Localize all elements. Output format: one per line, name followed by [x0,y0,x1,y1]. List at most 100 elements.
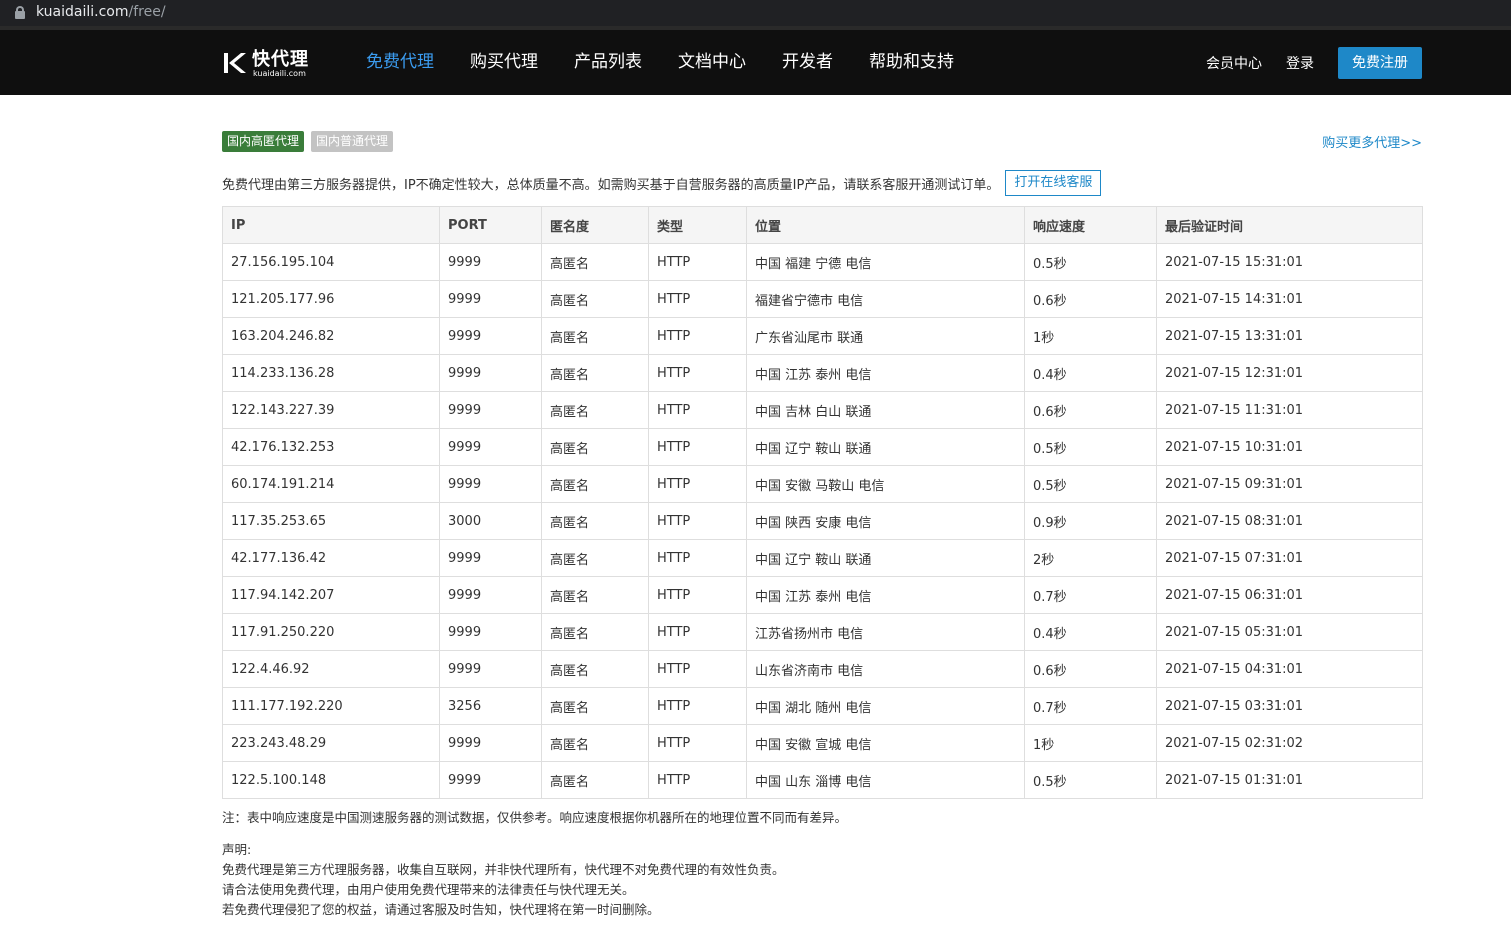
cell-location: 中国 福建 宁德 电信 [746,243,1025,281]
cell-anonymity: 高匿名 [541,428,649,466]
cell-last-verified: 2021-07-15 07:31:01 [1156,539,1423,577]
cell-ip: 163.204.246.82 [222,317,440,355]
cell-speed: 0.4秒 [1024,613,1157,651]
cell-type: HTTP [648,613,747,651]
header-account: 会员中心 登录 免费注册 [1206,47,1422,79]
cell-type: HTTP [648,502,747,540]
col-header-location: 位置 [746,206,1025,244]
cell-last-verified: 2021-07-15 12:31:01 [1156,354,1423,392]
nav-buy-proxy[interactable]: 购买代理 [470,30,538,95]
cell-ip: 42.177.136.42 [222,539,440,577]
cell-speed: 0.7秒 [1024,687,1157,725]
col-header-last-verified: 最后验证时间 [1156,206,1423,244]
table-row: 114.233.136.28 9999 高匿名 HTTP 中国 江苏 泰州 电信 0.4秒… [222,354,1423,392]
cell-anonymity: 高匿名 [541,576,649,614]
nav-developer[interactable]: 开发者 [782,30,833,95]
cell-location: 中国 安徽 宣城 电信 [746,724,1025,762]
cell-last-verified: 2021-07-15 14:31:01 [1156,280,1423,318]
cell-port: 9999 [439,539,542,577]
table-row: 122.4.46.92 9999 高匿名 HTTP 山东省济南市 电信 0.6秒 2021-… [222,650,1423,688]
cell-speed: 0.5秒 [1024,428,1157,466]
cell-type: HTTP [648,761,747,799]
url-text[interactable]: kuaidaili.com/free/ [36,3,166,21]
cell-last-verified: 2021-07-15 01:31:01 [1156,761,1423,799]
cell-last-verified: 2021-07-15 11:31:01 [1156,391,1423,429]
cell-type: HTTP [648,280,747,318]
cell-port: 9999 [439,650,542,688]
nav-product-list[interactable]: 产品列表 [574,30,642,95]
nav-free-proxy[interactable]: 免费代理 [366,30,434,95]
tab-normal-anonymity[interactable]: 国内普通代理 [311,131,394,152]
cell-ip: 117.35.253.65 [222,502,440,540]
cell-anonymity: 高匿名 [541,354,649,392]
main-nav: 免费代理 购买代理 产品列表 文档中心 开发者 帮助和支持 [366,30,990,95]
cell-speed: 0.4秒 [1024,354,1157,392]
cell-anonymity: 高匿名 [541,465,649,503]
cell-port: 9999 [439,428,542,466]
table-row: 223.243.48.29 9999 高匿名 HTTP 中国 安徽 宣城 电信 1秒 202… [222,724,1423,762]
cell-anonymity: 高匿名 [541,502,649,540]
proxy-type-tabs: 国内高匿代理 国内普通代理 [222,131,400,152]
cell-port: 9999 [439,613,542,651]
cell-location: 福建省宁德市 电信 [746,280,1025,318]
speed-footnote: 注：表中响应速度是中国测速服务器的测试数据，仅供参考。响应速度根据你机器所在的地… [222,810,848,825]
cell-speed: 0.6秒 [1024,391,1157,429]
table-row: 117.91.250.220 9999 高匿名 HTTP 江苏省扬州市 电信 0.4秒 20… [222,613,1423,651]
open-customer-service-button[interactable]: 打开在线客服 [1005,170,1102,196]
cell-type: HTTP [648,539,747,577]
cell-location: 中国 吉林 白山 联通 [746,391,1025,429]
cell-ip: 60.174.191.214 [222,465,440,503]
browser-url-bar[interactable]: kuaidaili.com/free/ [0,0,1511,26]
cell-port: 9999 [439,317,542,355]
cell-port: 9999 [439,391,542,429]
cell-ip: 111.177.192.220 [222,687,440,725]
cell-ip: 122.143.227.39 [222,391,440,429]
cell-last-verified: 2021-07-15 15:31:01 [1156,243,1423,281]
cell-type: HTTP [648,724,747,762]
cell-port: 9999 [439,243,542,281]
cell-port: 9999 [439,465,542,503]
cell-ip: 117.91.250.220 [222,613,440,651]
cell-type: HTTP [648,465,747,503]
nav-help[interactable]: 帮助和支持 [869,30,954,95]
cell-speed: 1秒 [1024,317,1157,355]
cell-ip: 27.156.195.104 [222,243,440,281]
declaration-line: 请合法使用免费代理，由用户使用免费代理带来的法律责任与快代理无关。 [222,882,635,897]
cell-last-verified: 2021-07-15 13:31:01 [1156,317,1423,355]
cell-speed: 0.9秒 [1024,502,1157,540]
cell-location: 中国 安徽 马鞍山 电信 [746,465,1025,503]
cell-location: 山东省济南市 电信 [746,650,1025,688]
cell-port: 9999 [439,576,542,614]
col-header-speed: 响应速度 [1024,206,1157,244]
declaration-title: 声明: [222,842,252,857]
cell-location: 广东省汕尾市 联通 [746,317,1025,355]
table-row: 121.205.177.96 9999 高匿名 HTTP 福建省宁德市 电信 0.6秒 20… [222,280,1423,318]
url-path: /free/ [128,4,166,20]
register-button[interactable]: 免费注册 [1338,47,1422,79]
cell-type: HTTP [648,687,747,725]
buy-more-link[interactable]: 购买更多代理>> [1322,132,1422,151]
tab-high-anonymity[interactable]: 国内高匿代理 [222,131,305,152]
cell-ip: 223.243.48.29 [222,724,440,762]
cell-ip: 114.233.136.28 [222,354,440,392]
cell-anonymity: 高匿名 [541,761,649,799]
cell-last-verified: 2021-07-15 06:31:01 [1156,576,1423,614]
cell-speed: 0.6秒 [1024,280,1157,318]
site-logo[interactable]: 快代理 kuaidaili.com [222,50,322,80]
cell-ip: 117.94.142.207 [222,576,440,614]
url-host: kuaidaili.com [36,4,129,20]
table-row: 60.174.191.214 9999 高匿名 HTTP 中国 安徽 马鞍山 电信 0.5… [222,465,1423,503]
nav-docs[interactable]: 文档中心 [678,30,746,95]
table-row: 117.94.142.207 9999 高匿名 HTTP 中国 江苏 泰州 电信 0.7秒… [222,576,1423,614]
member-center-link[interactable]: 会员中心 [1206,53,1262,73]
declaration-line: 若免费代理侵犯了您的权益，请通过客服及时告知，快代理将在第一时间删除。 [222,902,660,917]
declaration: 声明: 免费代理是第三方代理服务器，收集自互联网，并非快代理所有，快代理不对免费… [222,840,785,920]
cell-port: 9999 [439,761,542,799]
col-header-anonymity: 匿名度 [541,206,649,244]
cell-port: 3256 [439,687,542,725]
login-link[interactable]: 登录 [1286,53,1314,73]
col-header-port: PORT [439,206,542,244]
table-row: 42.177.136.42 9999 高匿名 HTTP 中国 辽宁 鞍山 联通 2秒 202… [222,539,1423,577]
cell-port: 9999 [439,280,542,318]
cell-location: 中国 江苏 泰州 电信 [746,354,1025,392]
